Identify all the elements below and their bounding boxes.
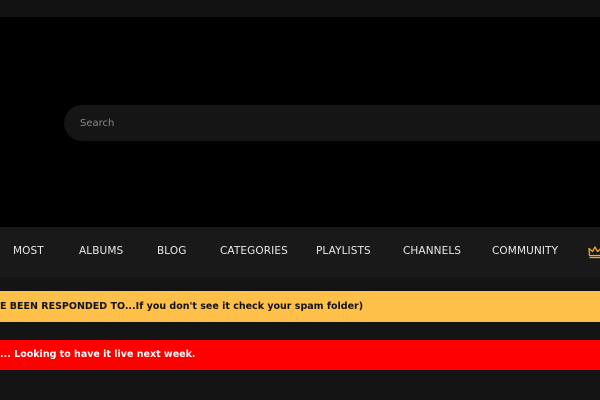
nav-item-categories[interactable]: CATEGORIES bbox=[220, 227, 288, 277]
top-bar bbox=[0, 0, 600, 17]
nav-item-playlists[interactable]: PLAYLISTS bbox=[316, 227, 371, 277]
main-nav: MOST ALBUMS BLOG CATEGORIES PLAYLISTS CH… bbox=[0, 227, 600, 277]
nav-item-community[interactable]: COMMUNITY bbox=[492, 227, 558, 277]
notice-text: E BEEN RESPONDED TO...If you don't see i… bbox=[0, 301, 364, 312]
page: MOST ALBUMS BLOG CATEGORIES PLAYLISTS CH… bbox=[0, 0, 600, 400]
nav-item-blog[interactable]: BLOG bbox=[157, 227, 186, 277]
search-bar[interactable] bbox=[64, 105, 600, 141]
search-input[interactable] bbox=[80, 105, 580, 141]
notice-banner-yellow: E BEEN RESPONDED TO...If you don't see i… bbox=[0, 291, 600, 322]
nav-item-most[interactable]: MOST bbox=[13, 227, 44, 277]
notice-banner-red: ... Looking to have it live next week. bbox=[0, 340, 600, 370]
nav-item-albums[interactable]: ALBUMS bbox=[79, 227, 123, 277]
notice-text: ... Looking to have it live next week. bbox=[0, 349, 196, 360]
nav-item-channels[interactable]: CHANNELS bbox=[403, 227, 461, 277]
crown-icon[interactable] bbox=[588, 244, 600, 259]
